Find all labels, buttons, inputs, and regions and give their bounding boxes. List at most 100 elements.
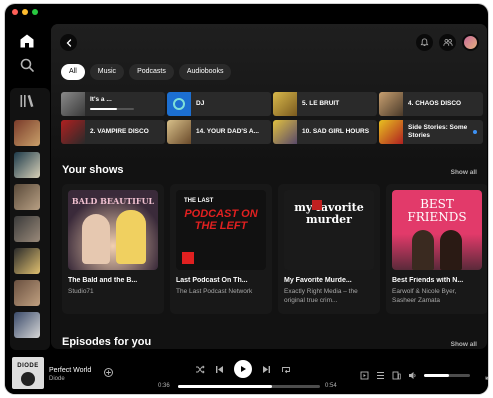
now-playing-cover[interactable]: DIODE — [12, 357, 44, 389]
episodes-show-all[interactable]: Show all — [451, 341, 477, 348]
show-cover: BEST FRIENDS — [392, 190, 482, 270]
show-subtitle: Exactly Right Media – the original true … — [284, 288, 358, 304]
library-item[interactable] — [14, 248, 40, 274]
library-item[interactable] — [14, 280, 40, 306]
shortcut-cover — [61, 92, 85, 116]
shortcut-cover — [167, 92, 191, 116]
add-to-library-button[interactable] — [104, 368, 113, 377]
show-card[interactable]: THE LAST PODCAST ON THE LEFT Last Podcas… — [170, 184, 272, 314]
shortcut-label: 5. LE BRUIT — [302, 100, 340, 107]
close-window-button[interactable] — [12, 9, 18, 15]
shortcut-cover — [379, 92, 403, 116]
chip-audiobooks[interactable]: Audiobooks — [178, 64, 232, 80]
show-cover: THE LAST PODCAST ON THE LEFT — [176, 190, 266, 270]
users-icon — [442, 39, 453, 46]
shortcut-grid: It's a ... DJ 5. LE BRUIT 4. CHAOS DISCO… — [61, 92, 483, 144]
show-title: Best Friends with N... — [392, 277, 464, 284]
back-button[interactable] — [60, 34, 77, 51]
your-shows-row: BALD BEAUTIFUL The Bald and the B... Stu… — [62, 184, 487, 314]
notifications-button[interactable] — [416, 34, 433, 51]
library-item[interactable] — [14, 152, 40, 178]
shuffle-button[interactable] — [195, 364, 205, 374]
library-item[interactable] — [14, 312, 40, 338]
volume-slider[interactable] — [424, 374, 470, 377]
now-playing-title[interactable]: Perfect World — [49, 367, 91, 374]
show-card[interactable]: my favorite murder My Favorite Murde... … — [278, 184, 380, 314]
left-sidebar — [5, 4, 50, 354]
shortcut-tile[interactable]: 4. CHAOS DISCO — [379, 92, 483, 116]
volume-icon — [409, 372, 416, 379]
queue-button[interactable] — [376, 371, 385, 380]
shortcut-tile[interactable]: 5. LE BRUIT — [273, 92, 377, 116]
shortcut-tile[interactable]: DJ — [167, 92, 271, 116]
previous-button[interactable] — [215, 365, 224, 374]
shortcut-label: 4. CHAOS DISCO — [408, 100, 462, 107]
cover-art-text: BEST FRIENDS — [407, 197, 467, 224]
skip-forward-icon — [263, 365, 270, 373]
now-playing-bar: DIODE Perfect World Diode 0:36 0:54 — [5, 352, 488, 394]
next-button[interactable] — [262, 365, 271, 374]
playback-progress-bar[interactable] — [178, 385, 320, 388]
fullscreen-button[interactable] — [485, 371, 488, 380]
search-icon[interactable] — [19, 57, 35, 73]
shortcut-tile[interactable]: 14. YOUR DAD'S A... — [167, 120, 271, 144]
show-subtitle: Earwolf & Nicole Byer, Sasheer Zamata — [392, 288, 457, 304]
now-playing-view-button[interactable] — [360, 371, 369, 380]
mute-button[interactable] — [408, 371, 417, 380]
repeat-button[interactable] — [281, 365, 291, 374]
chip-all[interactable]: All — [61, 64, 85, 80]
shortcut-tile[interactable]: Side Stories: Some Stories — [379, 120, 483, 144]
shortcut-cover — [273, 92, 297, 116]
shortcut-cover — [167, 120, 191, 144]
shortcut-label: 14. YOUR DAD'S A... — [196, 128, 259, 135]
library-icon[interactable] — [19, 94, 35, 108]
shortcut-tile[interactable]: 2. VAMPIRE DISCO — [61, 120, 165, 144]
chip-podcasts[interactable]: Podcasts — [129, 64, 174, 80]
your-shows-heading[interactable]: Your shows — [62, 164, 124, 176]
library-item[interactable] — [14, 120, 40, 146]
queue-icon — [377, 372, 384, 379]
show-title: My Favorite Murde... — [284, 277, 352, 284]
shortcut-tile[interactable]: 10. SAD GIRL HOURS — [273, 120, 377, 144]
library-item[interactable] — [14, 184, 40, 210]
play-button[interactable] — [234, 360, 252, 378]
now-playing-artist[interactable]: Diode — [49, 376, 65, 382]
shortcut-label: Side Stories: Some Stories — [408, 124, 468, 139]
zoom-window-button[interactable] — [32, 9, 38, 15]
minimize-window-button[interactable] — [22, 9, 28, 15]
skip-back-icon — [216, 365, 223, 373]
show-cover: my favorite murder — [284, 190, 374, 270]
chip-music[interactable]: Music — [89, 64, 125, 80]
shortcut-progress — [90, 108, 134, 110]
show-cover: BALD BEAUTIFUL — [68, 190, 158, 270]
app-window: All Music Podcasts Audiobooks It's a ...… — [5, 4, 488, 394]
cover-art-small-text: THE LAST — [184, 198, 214, 204]
shortcut-cover — [379, 120, 403, 144]
total-duration: 0:54 — [325, 383, 337, 389]
shortcut-label: DJ — [196, 100, 205, 107]
show-card[interactable]: BEST FRIENDS Best Friends with N... Earw… — [386, 184, 487, 314]
shortcut-label: 2. VAMPIRE DISCO — [90, 128, 149, 135]
repeat-icon — [282, 366, 290, 373]
your-shows-show-all[interactable]: Show all — [451, 169, 477, 176]
chevron-left-icon — [66, 38, 71, 47]
home-icon[interactable] — [19, 33, 35, 49]
plus-icon — [106, 370, 111, 375]
user-avatar[interactable] — [462, 34, 479, 51]
show-title: The Bald and the B... — [68, 277, 138, 284]
show-card[interactable]: BALD BEAUTIFUL The Bald and the B... Stu… — [62, 184, 164, 314]
new-episode-dot — [473, 130, 477, 134]
top-bar-actions — [416, 34, 479, 51]
cover-art-text: BALD BEAUTIFUL — [71, 196, 155, 206]
filter-chips: All Music Podcasts Audiobooks — [61, 64, 232, 80]
shortcut-label: It's a ... — [90, 96, 112, 103]
shortcut-cover — [61, 120, 85, 144]
shortcut-tile[interactable]: It's a ... — [61, 92, 165, 116]
cover-art-text: my favorite murder — [294, 201, 364, 226]
shortcut-cover — [273, 120, 297, 144]
connect-device-button[interactable] — [392, 371, 401, 380]
friend-activity-button[interactable] — [439, 34, 456, 51]
extra-controls — [360, 371, 488, 380]
library-item[interactable] — [14, 216, 40, 242]
episodes-heading[interactable]: Episodes for you — [62, 336, 151, 348]
